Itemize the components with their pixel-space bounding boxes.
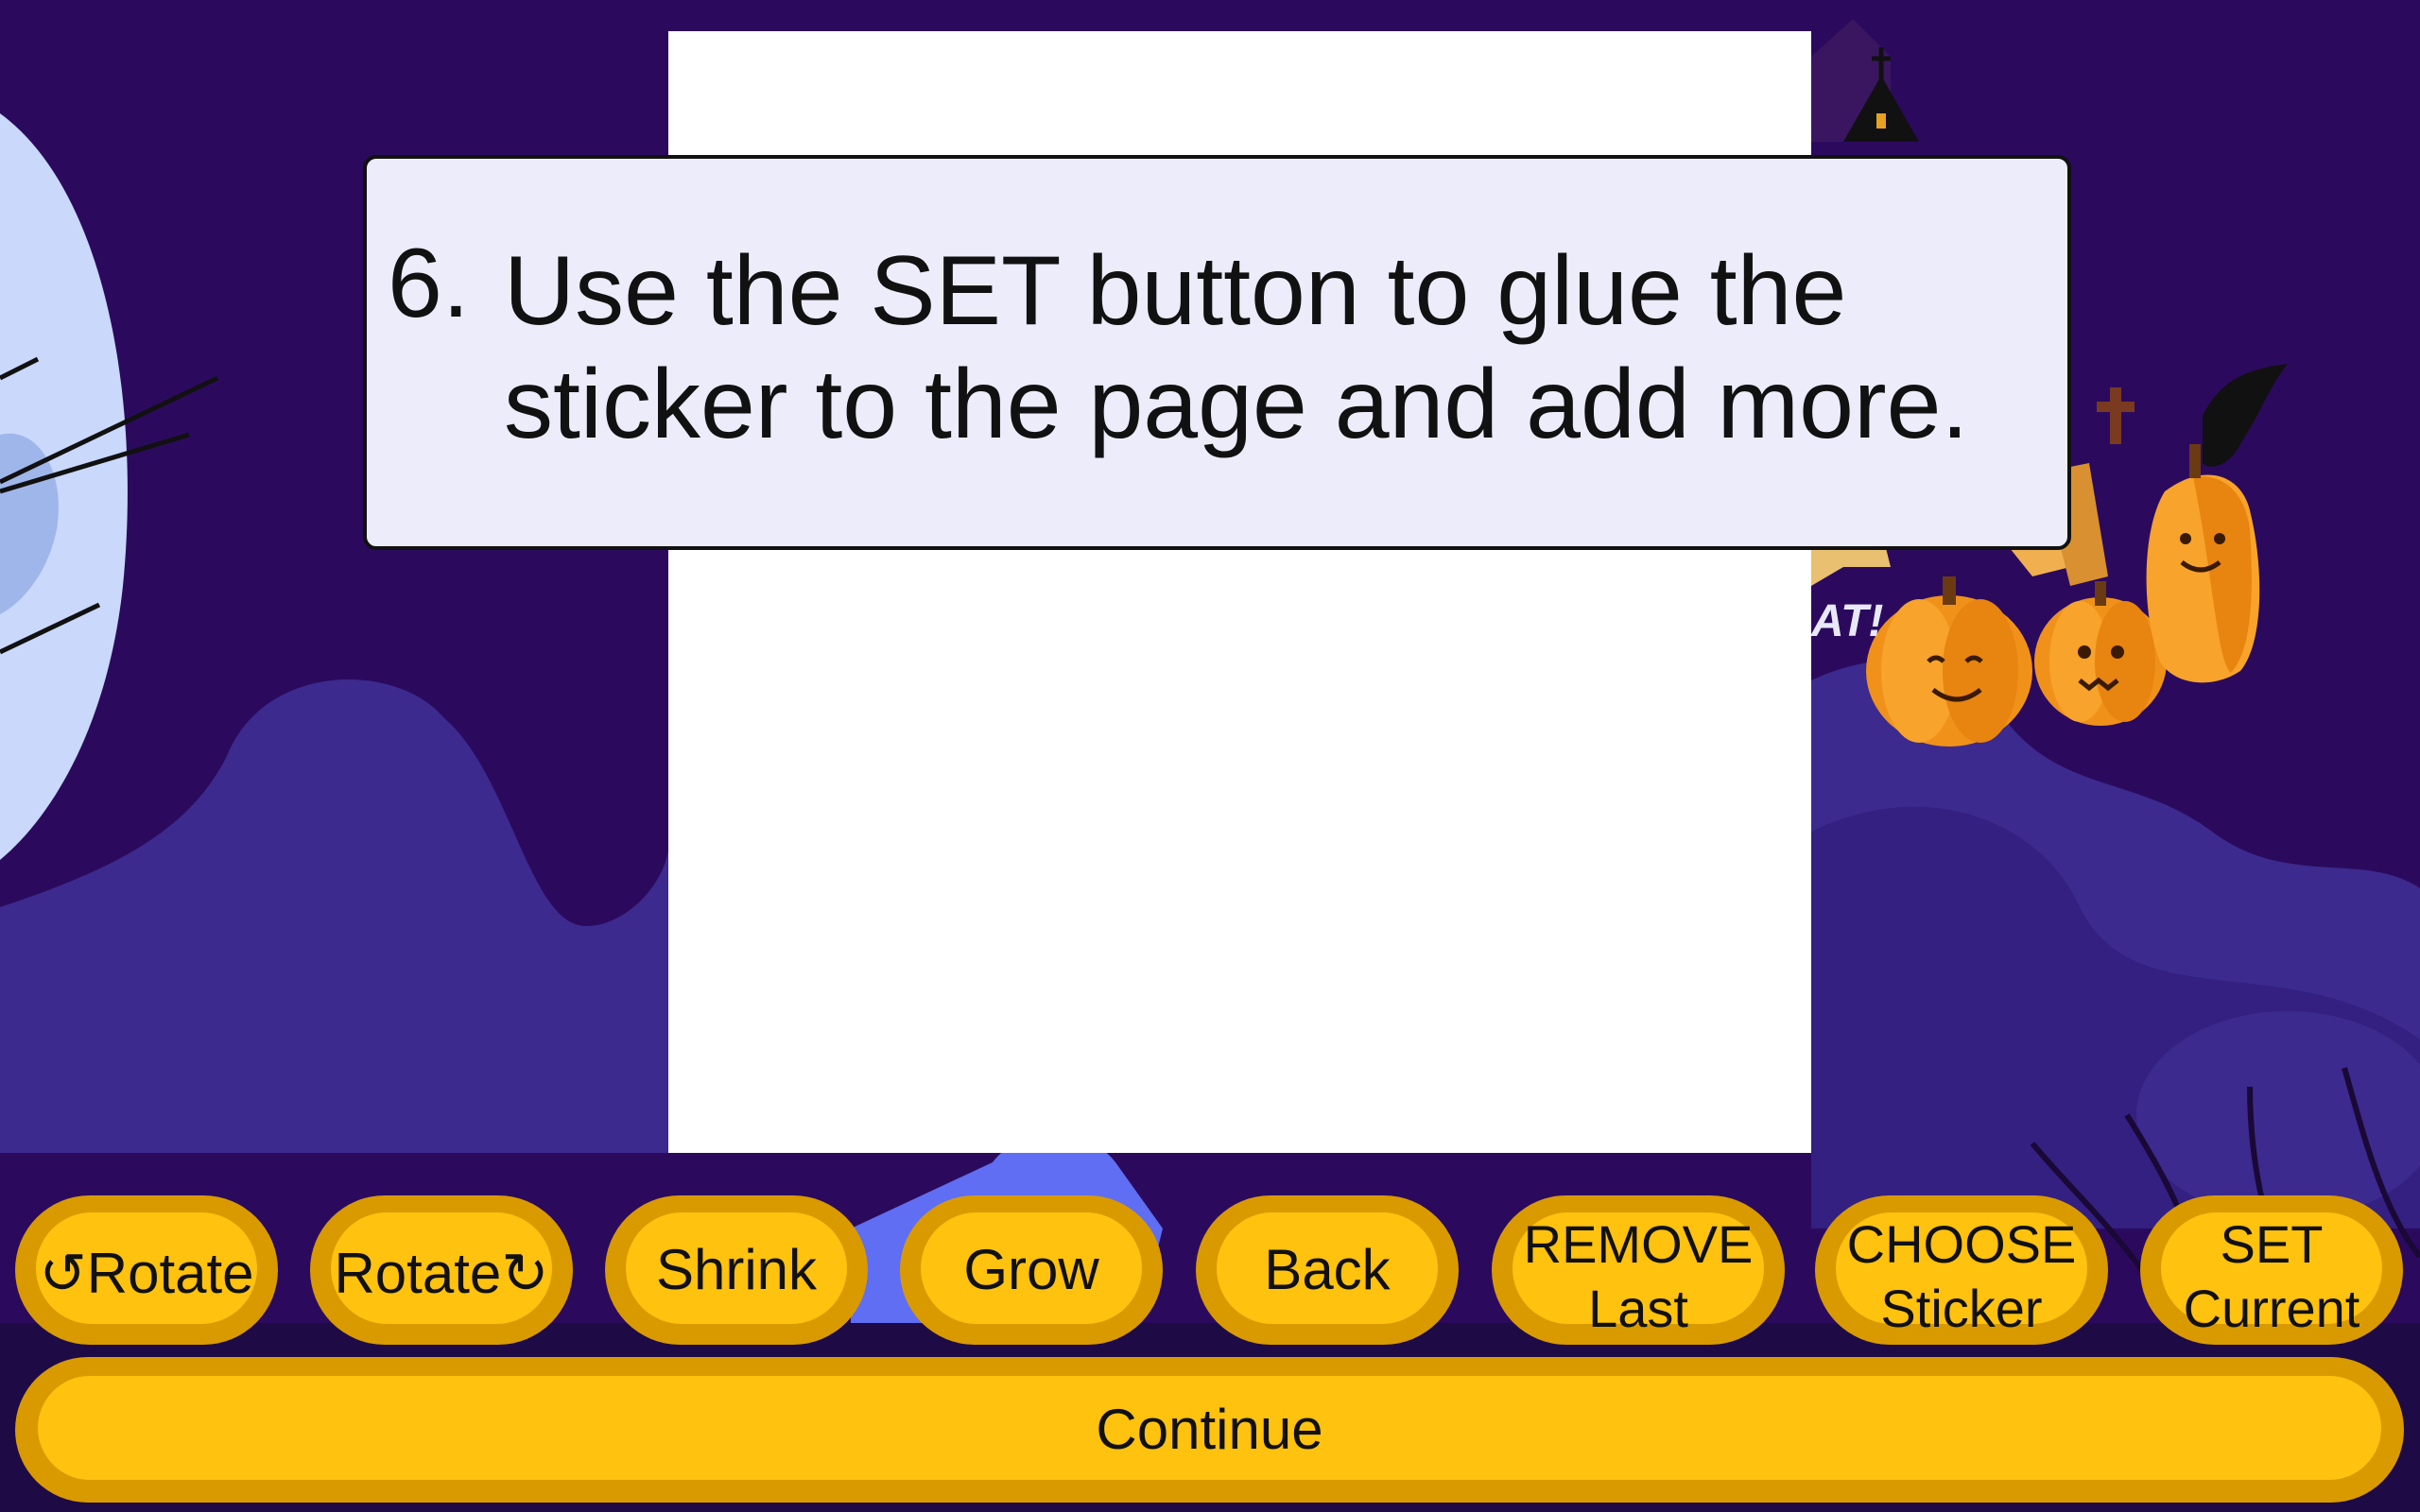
shrink-button[interactable]: Shrink [605, 1195, 868, 1345]
set-current-button[interactable]: SET Current [2140, 1195, 2403, 1345]
remove-last-label: REMOVE Last [1523, 1214, 1754, 1338]
back-button[interactable]: Back [1196, 1195, 1459, 1345]
set-current-label: SET Current [2183, 1214, 2360, 1338]
rotate-right-button[interactable]: Rotate↻ [310, 1195, 573, 1345]
instruction-number: 6. [388, 229, 470, 338]
grow-button[interactable]: Grow [900, 1195, 1163, 1345]
back-label: Back [1264, 1238, 1391, 1301]
choose-sticker-label: CHOOSE Sticker [1846, 1214, 2077, 1338]
grow-label: Grow [963, 1238, 1099, 1301]
sign-text: AT! [1811, 596, 1884, 646]
continue-button[interactable]: Continue [15, 1357, 2404, 1503]
rotate-left-button[interactable]: ↺Rotate [15, 1195, 278, 1345]
continue-label: Continue [1096, 1398, 1323, 1461]
rotate-left-label: ↺Rotate [39, 1242, 254, 1305]
rotate-right-label: Rotate↻ [334, 1242, 549, 1305]
shrink-label: Shrink [655, 1238, 818, 1301]
choose-sticker-button[interactable]: CHOOSE Sticker [1815, 1195, 2108, 1345]
remove-last-button[interactable]: REMOVE Last [1492, 1195, 1785, 1345]
instruction-dialog: 6. Use the SET button to glue the sticke… [363, 155, 2071, 550]
instruction-text: Use the SET button to glue the sticker t… [504, 236, 1969, 459]
